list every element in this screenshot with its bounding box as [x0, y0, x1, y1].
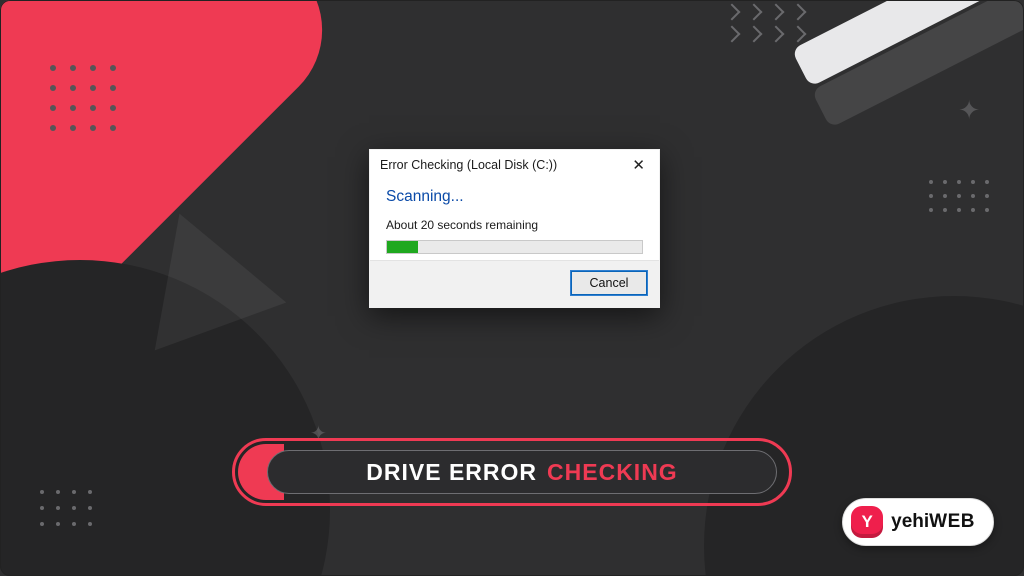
- chevron-grid: [726, 6, 804, 40]
- dialog-titlebar[interactable]: Error Checking (Local Disk (C:)) ✕: [370, 150, 659, 178]
- cancel-button[interactable]: Cancel: [571, 271, 647, 295]
- logo-text-2: WEB: [929, 511, 975, 532]
- error-checking-dialog: Error Checking (Local Disk (C:)) ✕ Scann…: [369, 149, 660, 308]
- logo-text: yehiWEB: [891, 511, 975, 533]
- plus-icon: ✦: [958, 95, 980, 126]
- banner-text-2: CHECKING: [547, 459, 678, 486]
- dialog-body: Scanning... About 20 seconds remaining: [370, 178, 659, 260]
- progress-fill: [387, 241, 418, 253]
- close-icon[interactable]: ✕: [628, 156, 649, 174]
- dialog-footer: Cancel: [370, 260, 659, 307]
- logo-mark-icon: Y: [851, 506, 883, 538]
- dialog-status: About 20 seconds remaining: [386, 218, 643, 232]
- banner-inner: DRIVE ERROR CHECKING: [267, 450, 777, 494]
- banner-text-1: DRIVE ERROR: [366, 459, 537, 486]
- logo-badge: Y yehiWEB: [842, 498, 994, 546]
- dot-grid-3: [40, 490, 92, 526]
- dot-grid-2: [929, 180, 989, 212]
- dot-grid-1: [50, 65, 116, 131]
- title-banner: DRIVE ERROR CHECKING: [232, 438, 792, 506]
- logo-text-1: yehi: [891, 511, 929, 532]
- dialog-heading: Scanning...: [386, 188, 643, 206]
- progress-bar: [386, 240, 643, 254]
- dialog-title: Error Checking (Local Disk (C:)): [380, 158, 557, 172]
